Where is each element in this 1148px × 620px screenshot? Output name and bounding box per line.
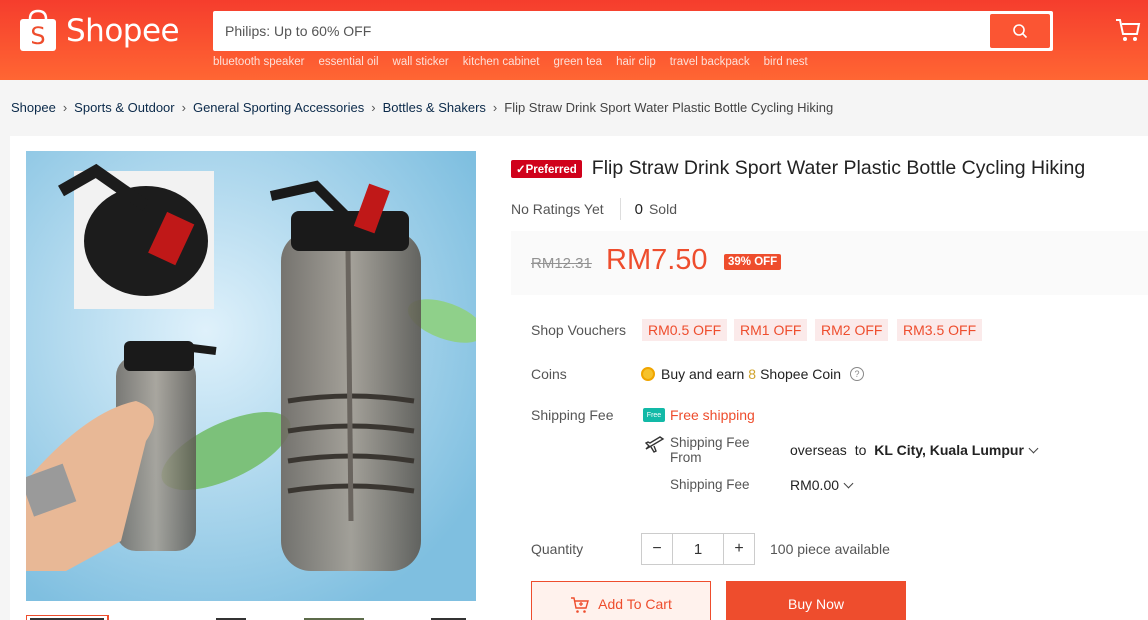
search-input[interactable]	[213, 11, 983, 51]
coin-icon	[641, 367, 655, 381]
hint-link[interactable]: kitchen cabinet	[463, 56, 540, 68]
free-shipping-icon: Free	[643, 408, 665, 422]
add-to-cart-button[interactable]: Add To Cart	[531, 581, 711, 620]
thumbnail-strip[interactable]	[25, 611, 476, 620]
quantity-label: Quantity	[531, 541, 584, 557]
coins-info: Buy and earn 8 Shopee Coin ?	[641, 366, 865, 382]
check-icon: ✓	[516, 163, 526, 176]
free-shipping-text: Free shipping	[670, 407, 755, 423]
search-icon	[1013, 24, 1028, 39]
shipping-fee-amount: RM0.00	[790, 477, 840, 493]
breadcrumb-item[interactable]: General Sporting Accessories	[193, 100, 364, 115]
product-title: ✓Preferred Flip Straw Drink Sport Water …	[511, 157, 1085, 180]
voucher-tag[interactable]: RM1 OFF	[734, 319, 808, 341]
hint-link[interactable]: travel backpack	[670, 56, 750, 68]
shopee-logo[interactable]: S Shopee	[18, 9, 180, 53]
voucher-tag[interactable]: RM0.5 OFF	[642, 319, 728, 341]
buy-now-button[interactable]: Buy Now	[726, 581, 906, 620]
search-button[interactable]	[990, 14, 1050, 48]
current-price: RM7.50	[606, 244, 708, 276]
price-box: RM12.31 RM7.50 39% OFF	[511, 231, 1148, 295]
divider	[619, 198, 621, 220]
discount-badge: 39% OFF	[724, 254, 782, 270]
shipping-fee-label: Shipping Fee	[670, 477, 750, 492]
product-photo	[26, 151, 476, 601]
hint-link[interactable]: hair clip	[616, 56, 656, 68]
chevron-right-icon: ›	[492, 100, 498, 115]
chevron-right-icon: ›	[371, 100, 376, 115]
chevron-down-icon	[843, 478, 854, 489]
thumbnails	[25, 614, 466, 620]
breadcrumb-item[interactable]: Shopee	[11, 100, 56, 115]
coins-label: Coins	[531, 366, 567, 382]
to-text: to	[854, 442, 867, 458]
sold-count: 0	[634, 200, 643, 218]
product-stats: No Ratings Yet 0 Sold	[511, 198, 677, 220]
sold-label: Sold	[648, 201, 677, 217]
search-hints: bluetooth speaker essential oil wall sti…	[213, 56, 808, 68]
increase-button[interactable]: +	[723, 533, 755, 565]
ratings-text[interactable]: No Ratings Yet	[511, 201, 604, 217]
hint-link[interactable]: essential oil	[318, 56, 378, 68]
breadcrumb-item[interactable]: Bottles & Shakers	[383, 100, 486, 115]
product-title-text: Flip Straw Drink Sport Water Plastic Bot…	[591, 157, 1086, 179]
shipping-from-label: Shipping Fee From	[670, 435, 750, 465]
preferred-badge: ✓Preferred	[511, 159, 582, 178]
search-bar	[213, 11, 1053, 51]
shipping-fee-value[interactable]: RM0.00	[790, 477, 854, 493]
product-image[interactable]	[26, 151, 476, 601]
voucher-tag[interactable]: RM3.5 OFF	[897, 319, 983, 341]
plane-icon	[645, 436, 665, 453]
hint-link[interactable]: bird nest	[764, 56, 808, 68]
original-price: RM12.31	[531, 255, 592, 272]
destination-text: KL City, Kuala Lumpur	[874, 442, 1024, 458]
chevron-right-icon: ›	[181, 100, 186, 115]
quantity-stepper: − 1 +	[641, 533, 755, 565]
cart-icon[interactable]	[1115, 17, 1141, 43]
coins-amount: 8	[748, 366, 757, 382]
free-shipping: Free Free shipping	[643, 407, 755, 423]
chevron-down-icon	[1028, 443, 1039, 454]
buy-now-label: Buy Now	[787, 596, 845, 612]
coins-pre: Buy and earn	[661, 366, 745, 382]
hint-link[interactable]: green tea	[553, 56, 602, 68]
brand-name: Shopee	[66, 13, 180, 49]
svg-text:S: S	[30, 22, 45, 50]
voucher-tag[interactable]: RM2 OFF	[815, 319, 889, 341]
shipping-destination[interactable]: overseas to KL City, Kuala Lumpur	[790, 442, 1039, 458]
breadcrumb-current: Flip Straw Drink Sport Water Plastic Bot…	[504, 100, 834, 115]
shopee-bag-icon: S	[20, 9, 56, 51]
vouchers-label: Shop Vouchers	[531, 322, 626, 338]
origin-text: overseas	[790, 442, 847, 458]
add-to-cart-label: Add To Cart	[598, 596, 672, 612]
shipping-label: Shipping Fee	[531, 407, 614, 423]
breadcrumb: Shopee › Sports & Outdoor › General Sporti…	[11, 100, 833, 115]
stock-available: 100 piece available	[770, 541, 890, 557]
hint-link[interactable]: bluetooth speaker	[213, 56, 304, 68]
decrease-button[interactable]: −	[641, 533, 673, 565]
badge-label: Preferred	[525, 163, 577, 176]
quantity-input[interactable]: 1	[673, 533, 723, 565]
chevron-right-icon: ›	[62, 100, 68, 115]
coins-post: Shopee Coin	[760, 366, 842, 382]
hint-link[interactable]: wall sticker	[393, 56, 449, 68]
add-cart-icon	[571, 597, 590, 613]
breadcrumb-item[interactable]: Sports & Outdoor	[74, 100, 174, 115]
help-icon[interactable]: ?	[850, 367, 865, 381]
